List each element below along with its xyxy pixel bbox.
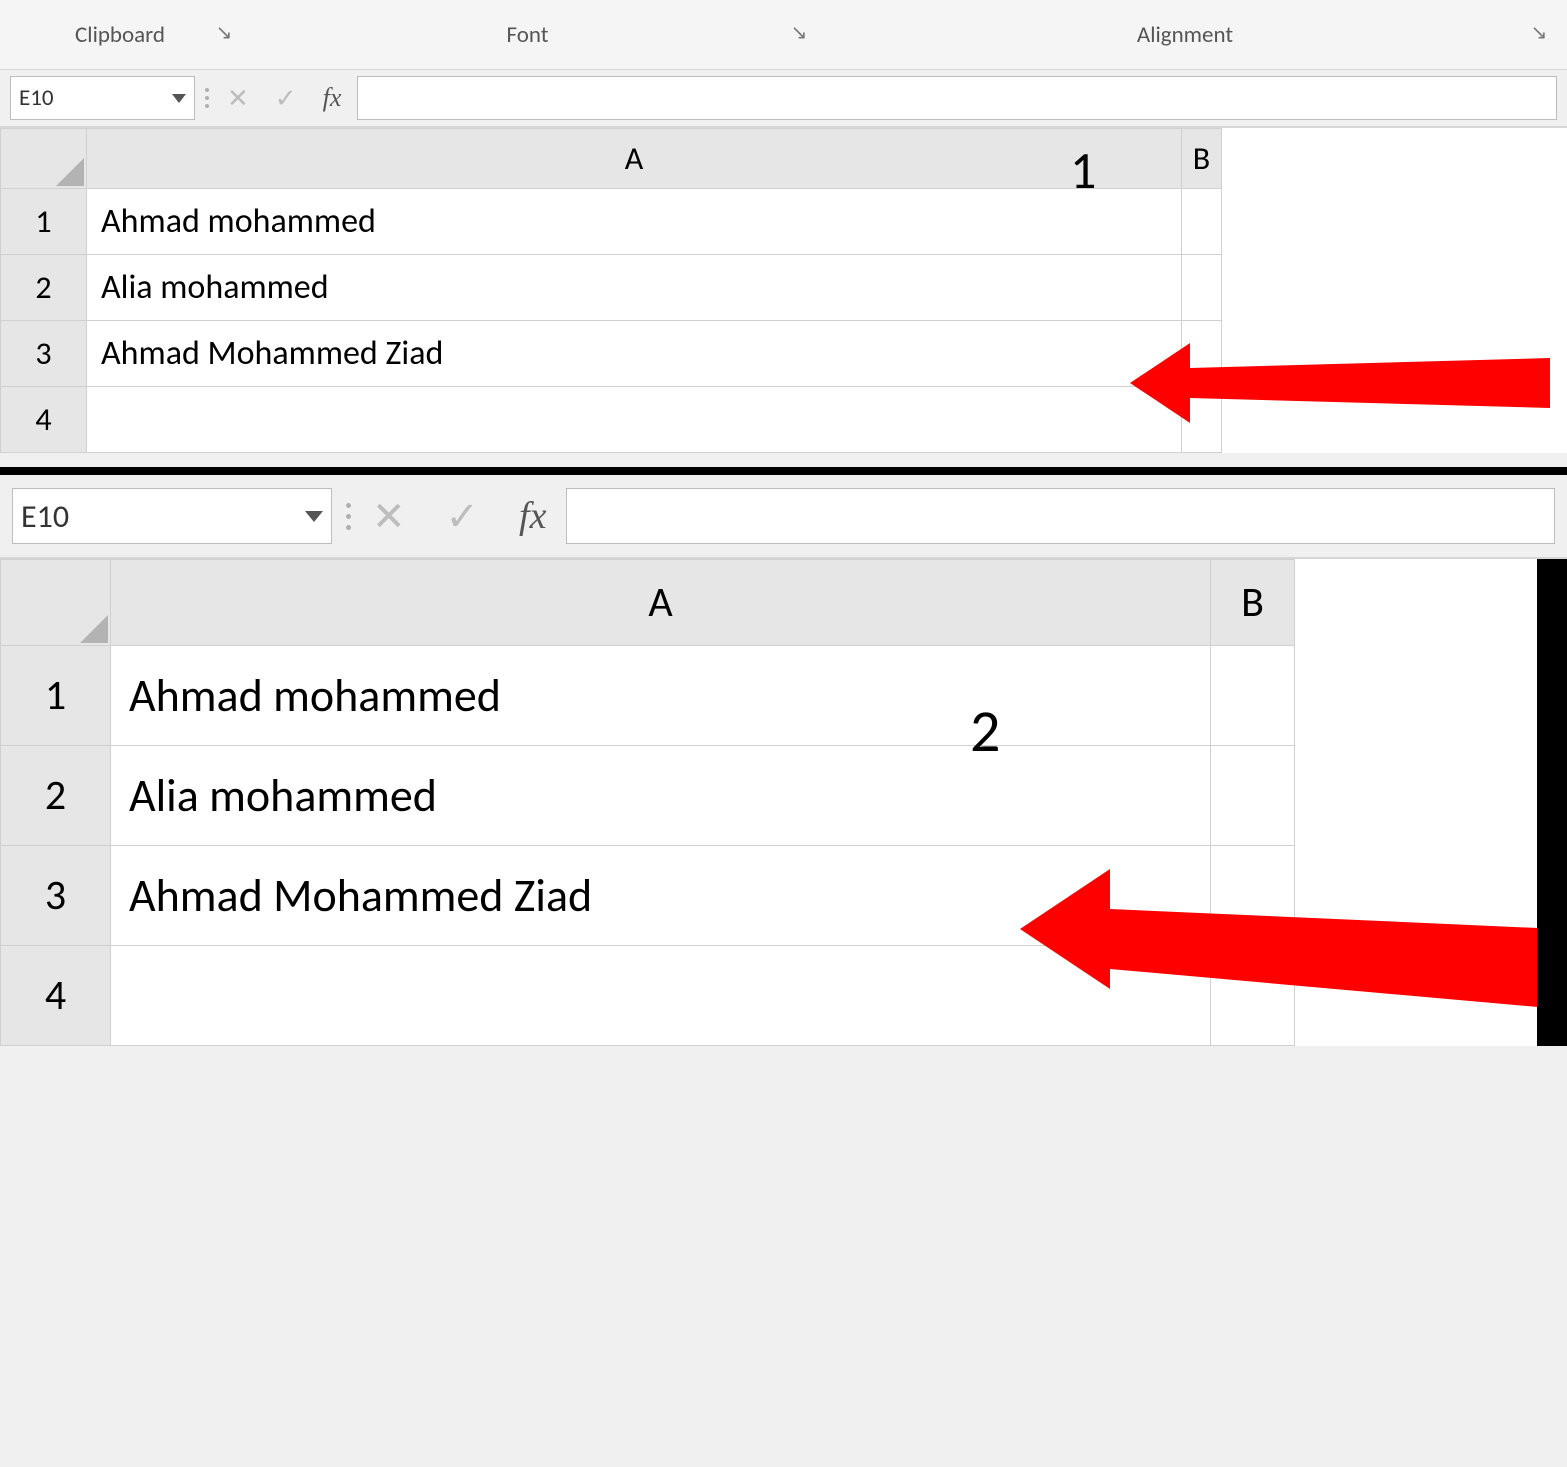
dialog-launcher-icon[interactable]: ↘ bbox=[214, 23, 234, 43]
cell-b3[interactable] bbox=[1182, 321, 1222, 387]
cell-a2[interactable]: Alia mohammed bbox=[111, 746, 1211, 846]
accept-entry-icon[interactable]: ✓ bbox=[446, 492, 480, 541]
panel-2: E10 ✕ ✓ fx A B 1 Ahmad mohammed 2 Ali bbox=[0, 467, 1567, 1046]
formula-bar: E10 ✕ ✓ fx bbox=[0, 70, 1567, 128]
spreadsheet-grid-1[interactable]: A B 1 Ahmad mohammed 2 Alia mohammed 3 A… bbox=[0, 128, 1222, 453]
column-header-a[interactable]: A bbox=[111, 560, 1211, 646]
chevron-down-icon bbox=[172, 94, 186, 103]
cell-a1[interactable]: Ahmad mohammed bbox=[111, 646, 1211, 746]
ribbon-group-alignment: Alignment ↘ bbox=[815, 21, 1555, 49]
accept-entry-icon[interactable]: ✓ bbox=[275, 82, 297, 114]
cell-b2[interactable] bbox=[1211, 746, 1295, 846]
fx-icon[interactable]: fx bbox=[519, 494, 546, 538]
ribbon-group-clipboard: Clipboard ↘ bbox=[0, 21, 240, 49]
formula-bar: E10 ✕ ✓ fx bbox=[0, 475, 1567, 559]
cell-a2[interactable]: Alia mohammed bbox=[87, 255, 1182, 321]
dialog-launcher-icon[interactable]: ↘ bbox=[789, 23, 809, 43]
cell-a4[interactable] bbox=[111, 946, 1211, 1046]
select-all-corner[interactable] bbox=[1, 129, 87, 189]
divider-dots-icon bbox=[205, 78, 211, 118]
chevron-down-icon bbox=[305, 511, 323, 522]
ribbon-group-alignment-label: Alignment bbox=[1137, 21, 1233, 49]
row-header-3[interactable]: 3 bbox=[1, 321, 87, 387]
row-header-3[interactable]: 3 bbox=[1, 846, 111, 946]
cancel-entry-icon[interactable]: ✕ bbox=[227, 82, 249, 114]
fx-icon[interactable]: fx bbox=[323, 83, 342, 113]
ribbon-group-font: Font ↘ bbox=[240, 21, 815, 49]
name-box[interactable]: E10 bbox=[12, 488, 332, 544]
cell-b3[interactable] bbox=[1211, 846, 1295, 946]
cell-a3[interactable]: Ahmad Mohammed Ziad bbox=[111, 846, 1211, 946]
cell-a4[interactable] bbox=[87, 387, 1182, 453]
row-header-1[interactable]: 1 bbox=[1, 646, 111, 746]
select-all-corner[interactable] bbox=[1, 560, 111, 646]
cell-b4[interactable] bbox=[1211, 946, 1295, 1046]
row-header-4[interactable]: 4 bbox=[1, 946, 111, 1046]
column-header-b[interactable]: B bbox=[1211, 560, 1295, 646]
cell-a3[interactable]: Ahmad Mohammed Ziad bbox=[87, 321, 1182, 387]
spreadsheet-grid-2[interactable]: A B 1 Ahmad mohammed 2 Alia mohammed 3 A… bbox=[0, 559, 1295, 1046]
column-header-b[interactable]: B bbox=[1182, 129, 1222, 189]
cancel-entry-icon[interactable]: ✕ bbox=[372, 492, 406, 541]
divider-dots-icon bbox=[346, 488, 352, 544]
cell-a1[interactable]: Ahmad mohammed bbox=[87, 189, 1182, 255]
name-box-value: E10 bbox=[19, 84, 172, 112]
cell-b2[interactable] bbox=[1182, 255, 1222, 321]
row-header-2[interactable]: 2 bbox=[1, 255, 87, 321]
ribbon-group-labels: Clipboard ↘ Font ↘ Alignment ↘ bbox=[0, 0, 1567, 70]
row-header-4[interactable]: 4 bbox=[1, 387, 87, 453]
name-box-value: E10 bbox=[21, 497, 305, 536]
column-header-a[interactable]: A bbox=[87, 129, 1182, 189]
cell-b1[interactable] bbox=[1182, 189, 1222, 255]
formula-input[interactable] bbox=[357, 76, 1557, 120]
panel-1: E10 ✕ ✓ fx A B 1 Ahmad mohammed 2 Ali bbox=[0, 70, 1567, 453]
row-header-2[interactable]: 2 bbox=[1, 746, 111, 846]
ribbon-group-font-label: Font bbox=[507, 21, 549, 49]
ribbon-group-clipboard-label: Clipboard bbox=[75, 21, 165, 49]
cell-b1[interactable] bbox=[1211, 646, 1295, 746]
right-edge-strip bbox=[1537, 559, 1567, 1046]
formula-bar-actions: ✕ ✓ fx bbox=[221, 82, 347, 114]
name-box[interactable]: E10 bbox=[10, 76, 195, 120]
row-header-1[interactable]: 1 bbox=[1, 189, 87, 255]
formula-input[interactable] bbox=[566, 488, 1555, 544]
cell-b4[interactable] bbox=[1182, 387, 1222, 453]
formula-bar-actions: ✕ ✓ fx bbox=[366, 492, 552, 541]
dialog-launcher-icon[interactable]: ↘ bbox=[1529, 23, 1549, 43]
